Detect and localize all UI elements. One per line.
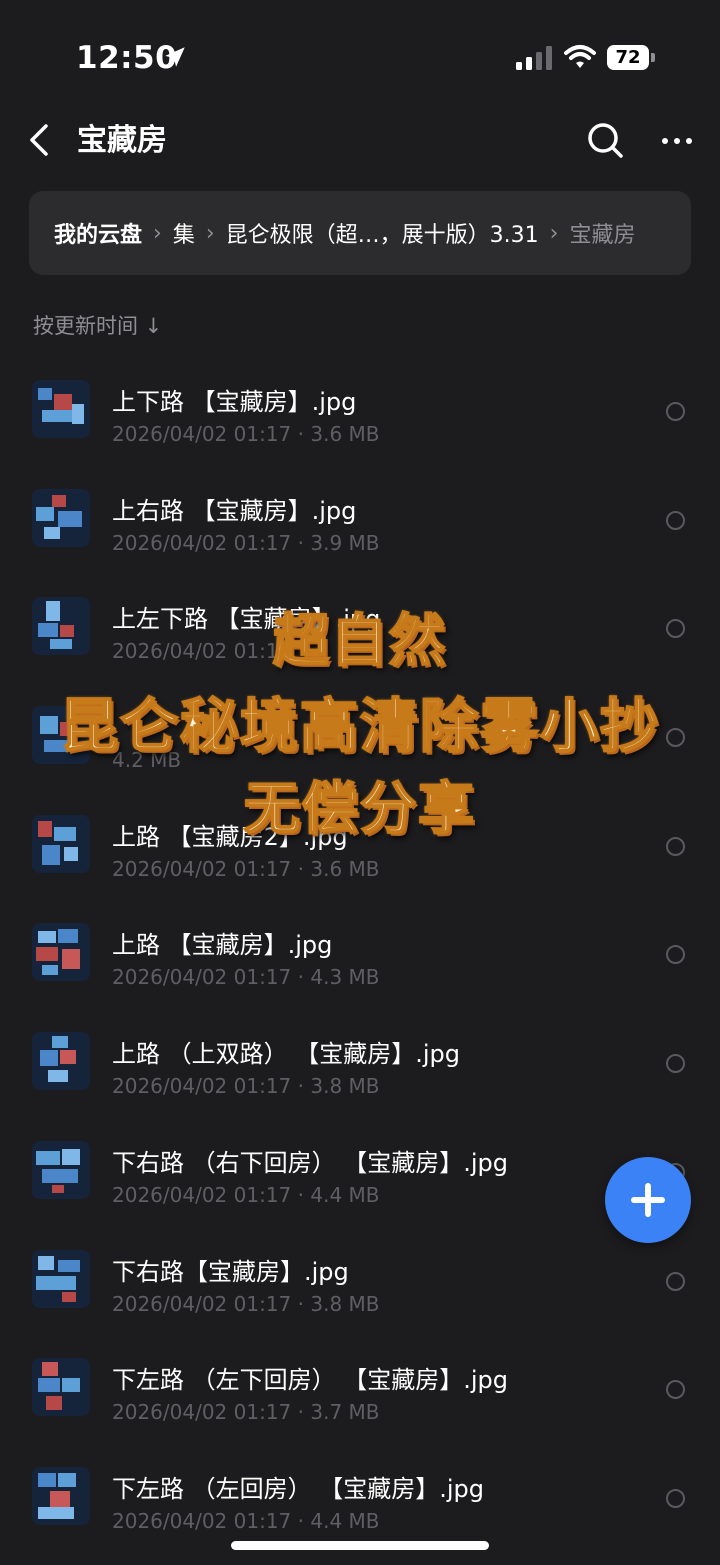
file-list-item[interactable]: 上右路 【宝藏房】.jpg 2026/04/02 01:17 · 3.9 MB [0,453,720,562]
file-thumbnail [32,814,90,873]
file-list-item[interactable]: 下右路【宝藏房】.jpg 2026/04/02 01:17 · 3.8 MB [0,1214,720,1323]
file-list-item[interactable]: 下左路 （左回房） 【宝藏房】.jpg 2026/04/02 01:17 · 4… [0,1431,720,1540]
file-meta: 2026/04/02 01:17 · 4.4 MB [112,1182,380,1207]
file-list-item[interactable]: 上路 【宝藏房】.jpg 2026/04/02 01:17 · 4.3 MB [0,887,720,996]
file-meta: 4.2 MB [112,748,182,773]
file-thumbnail [32,1140,90,1199]
file-list-item[interactable]: 下左路 （左下回房） 【宝藏房】.jpg 2026/04/02 01:17 · … [0,1322,720,1431]
chevron-right-icon: › [205,220,215,246]
file-thumbnail [32,488,90,547]
file-thumbnail [32,1466,90,1525]
location-arrow-icon [165,47,185,67]
file-meta: 2026/04/02 01:17 · 3.6 MB [112,422,380,446]
file-list: 上下路 【宝藏房】.jpg 2026/04/02 01:17 · 3.6 MB … [0,344,720,1540]
search-icon[interactable] [585,120,625,160]
more-icon[interactable] [660,126,694,156]
file-list-item[interactable]: 上左下路 【宝藏房】.jpg 2026/04/02 01:17 [0,561,720,670]
select-radio[interactable] [666,402,685,421]
file-meta: 2026/04/02 01:17 [112,639,292,664]
add-button[interactable] [605,1157,691,1243]
wifi-icon [564,45,596,68]
breadcrumb: 我的云盘 › 集 › 昆仑极限（超…，展十版）3.31 › 宝藏房 [29,191,691,275]
select-radio[interactable] [666,619,685,639]
select-radio[interactable] [666,1271,685,1291]
select-radio[interactable] [666,728,685,748]
select-radio[interactable] [666,1488,685,1508]
file-name: 上右路 【宝藏房】.jpg [112,496,357,525]
select-radio[interactable] [666,945,685,965]
select-radio[interactable] [666,1054,685,1074]
file-thumbnail [32,1358,90,1417]
page-title: 宝藏房 [77,123,167,158]
select-radio[interactable] [666,836,685,856]
file-thumbnail [32,380,90,438]
file-list-item[interactable]: 上下路 【宝藏房】.jpg 2026/04/02 01:17 · 3.6 MB [0,344,720,453]
file-meta: 2026/04/02 01:17 · 3.8 MB [112,1291,380,1316]
breadcrumb-item-collection[interactable]: 集 [173,217,195,249]
home-indicator[interactable] [231,1541,489,1550]
file-list-item[interactable]: 上路 （上双路） 【宝藏房】.jpg 2026/04/02 01:17 · 3.… [0,996,720,1105]
file-thumbnail [32,923,90,982]
chevron-right-icon: › [153,220,162,246]
file-name: 下右路【宝藏房】.jpg [112,1257,349,1286]
select-radio[interactable] [666,1380,685,1400]
file-meta: 2026/04/02 01:17 · 3.9 MB [112,530,380,555]
status-bar: 12:50 72 [0,0,720,110]
file-name: 下右路 （右下回房） 【宝藏房】.jpg [112,1148,509,1177]
file-meta: 2026/04/02 01:17 · 3.6 MB [112,856,380,881]
file-meta: 2026/04/02 01:17 · 3.8 MB [112,1074,380,1099]
file-name: 上路 （上双路） 【宝藏房】.jpg [112,1040,461,1069]
select-radio[interactable] [666,510,685,530]
breadcrumb-item-folder[interactable]: 昆仑极限（超…，展十版）3.31 [226,217,539,249]
file-name: 上路 【宝藏房2】.jpg [112,822,348,851]
breadcrumb-item-current: 宝藏房 [569,223,636,248]
sort-by-updated-time[interactable]: 按更新时间 ↓ [33,310,162,340]
file-meta: 2026/04/02 01:17 · 3.7 MB [112,1400,380,1425]
battery-icon: 72 [607,45,655,70]
file-list-item[interactable]: 上路 【宝藏房2】.jpg 2026/04/02 01:17 · 3.6 MB [0,779,720,888]
file-meta: 2026/04/02 01:17 · 4.3 MB [112,965,380,990]
file-name: 上下路 【宝藏房】.jpg [112,388,357,416]
battery-level: 72 [607,45,649,70]
file-list-item[interactable]: 4.2 MB [0,670,720,779]
file-meta: 2026/04/02 01:17 · 4.4 MB [112,1508,380,1533]
file-name: 上左下路 【宝藏房】.jpg [112,605,381,634]
file-thumbnail [32,1249,90,1308]
file-thumbnail [32,597,90,656]
file-name: 下左路 （左下回房） 【宝藏房】.jpg [112,1366,509,1395]
chevron-right-icon: › [549,220,559,246]
breadcrumb-item-root[interactable]: 我的云盘 [54,217,142,249]
file-thumbnail [32,1032,90,1091]
file-name: 上路 【宝藏房】.jpg [112,931,333,960]
back-chevron-icon[interactable] [26,120,56,160]
file-name: 下左路 （左回房） 【宝藏房】.jpg [112,1474,485,1503]
file-thumbnail [32,706,90,765]
signal-icon [516,46,552,70]
